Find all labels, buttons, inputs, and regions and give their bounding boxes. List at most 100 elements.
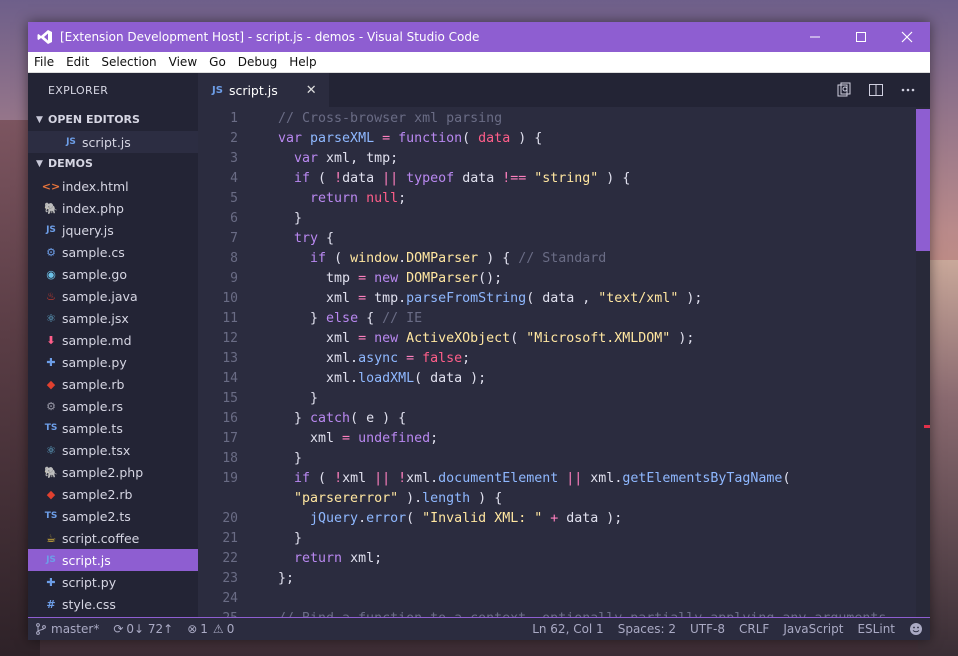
code-token: if [310,251,335,266]
file-item[interactable]: ⬇ sample.md [28,329,198,351]
line-number: 17 [222,431,238,446]
menu-view[interactable]: View [163,55,203,69]
tab-script-js[interactable]: JS script.js ✕ [198,73,329,107]
file-label: sample.cs [62,244,125,260]
code-token: try [294,231,327,246]
file-label: sample2.ts [62,508,131,524]
line-number: 7 [230,231,238,246]
code-token: return [294,551,351,566]
demos-folder-header[interactable]: ▼ DEMOS [28,153,198,175]
code-token: ( data , [526,291,599,306]
menu-go[interactable]: Go [203,55,232,69]
code-token: error [366,511,407,526]
encoding[interactable]: UTF-8 [683,622,732,636]
chevron-down-icon: ▼ [36,159,43,169]
vscode-window: [Extension Development Host] - script.js… [28,22,930,640]
php-elephant-icon: 🐘 [44,465,58,479]
file-item[interactable]: ⚙ sample.rs [28,395,198,417]
file-item[interactable]: TS sample.ts [28,417,198,439]
code-line: } [278,449,930,469]
code-token: ); [678,291,703,306]
file-item[interactable]: ☕ script.coffee [28,527,198,549]
code-token: window [350,251,399,266]
file-item[interactable]: 🐘 index.php [28,197,198,219]
file-item[interactable]: ✚ sample.py [28,351,198,373]
coffee-icon: ☕ [46,531,56,545]
menu-debug[interactable]: Debug [232,55,283,69]
line-number: 19 [222,471,238,486]
maximize-button[interactable] [838,22,884,52]
code-token: parseXML [310,131,375,146]
split-editor-icon[interactable] [860,82,892,98]
file-label: sample.rs [62,398,124,414]
file-item[interactable]: ◉ sample.go [28,263,198,285]
file-item[interactable]: ♨ sample.java [28,285,198,307]
code-line: var parseXML = function( data ) { [278,129,930,149]
code-token: documentElement [438,471,559,486]
code-token: "Microsoft.XMLDOM" [526,331,671,346]
file-item[interactable]: ✚ script.py [28,571,198,593]
code-token: xml, tmp; [326,151,399,166]
file-label: sample.md [62,332,132,348]
error-icon: ⊗ [187,622,198,636]
menu-file[interactable]: File [28,55,60,69]
menu-edit[interactable]: Edit [60,55,95,69]
file-item[interactable]: 🐘 sample2.php [28,461,198,483]
menu-selection[interactable]: Selection [95,55,162,69]
status-bar: master* ⟳ 0↓ 72↑ ⊗ 1 ⚠ 0 Ln 62, Col 1 Sp… [28,617,930,640]
rust-gear-icon: ⚙ [46,399,56,413]
file-item[interactable]: ⚛ sample.jsx [28,307,198,329]
file-item[interactable]: <> index.html [28,175,198,197]
menu-help[interactable]: Help [283,55,322,69]
line-number: 13 [222,351,238,366]
close-icon [901,31,913,43]
code-token: xml [278,291,359,306]
feedback-smiley-icon[interactable] [902,622,930,636]
file-item[interactable]: JS script.js [28,549,198,571]
file-item[interactable]: ⚛ sample.tsx [28,439,198,461]
file-item[interactable]: ◆ sample2.rb [28,483,198,505]
minimize-button[interactable] [792,22,838,52]
problems-status[interactable]: ⊗ 1 ⚠ 0 [180,622,241,636]
scrollbar-thumb[interactable] [916,109,930,251]
code-token: = [398,351,423,366]
line-number: 6 [230,211,238,226]
code-token: else [326,311,367,326]
sync-status[interactable]: ⟳ 0↓ 72↑ [106,622,180,636]
file-label: sample2.php [62,464,144,480]
close-button[interactable] [884,22,930,52]
code-line: xml = new ActiveXObject( "Microsoft.XMLD… [278,329,930,349]
file-item[interactable]: TS sample2.ts [28,505,198,527]
code-token: ( [510,331,527,346]
code-token: "parsererror" [294,491,399,506]
close-icon[interactable]: ✕ [306,83,317,98]
code-token: } [278,211,303,226]
file-item[interactable]: ⚙ sample.cs [28,241,198,263]
menu-bar: File Edit Selection View Go Debug Help [28,52,930,73]
file-item[interactable]: ◆ sample.rb [28,373,198,395]
open-editors-header[interactable]: ▼ OPEN EDITORS [28,109,198,131]
vertical-scrollbar[interactable] [916,107,930,617]
git-branch[interactable]: master* [28,622,106,636]
vscode-logo-icon [32,29,58,45]
file-item[interactable]: JS jquery.js [28,219,198,241]
code-token: ; [430,431,439,446]
code-content[interactable]: // Cross-browser xml parsing var parseXML… [260,107,930,617]
open-editor-item[interactable]: JS script.js [28,131,198,153]
eslint-status[interactable]: ESLint [850,622,902,636]
typescript-icon: TS [44,423,58,433]
python-icon: ✚ [46,355,56,369]
more-actions-icon[interactable] [892,82,924,98]
code-editor[interactable]: 1234567891011121314151617181920212223242… [198,107,930,617]
open-changes-icon[interactable] [828,82,860,98]
cursor-position[interactable]: Ln 62, Col 1 [525,622,611,636]
language-mode[interactable]: JavaScript [776,622,850,636]
code-line: // Bind a function to a context, optiona… [278,609,930,617]
line-ending[interactable]: CRLF [732,622,776,636]
indentation[interactable]: Spaces: 2 [611,622,683,636]
file-item[interactable]: # style.css [28,593,198,615]
file-label: sample.rb [62,376,125,392]
